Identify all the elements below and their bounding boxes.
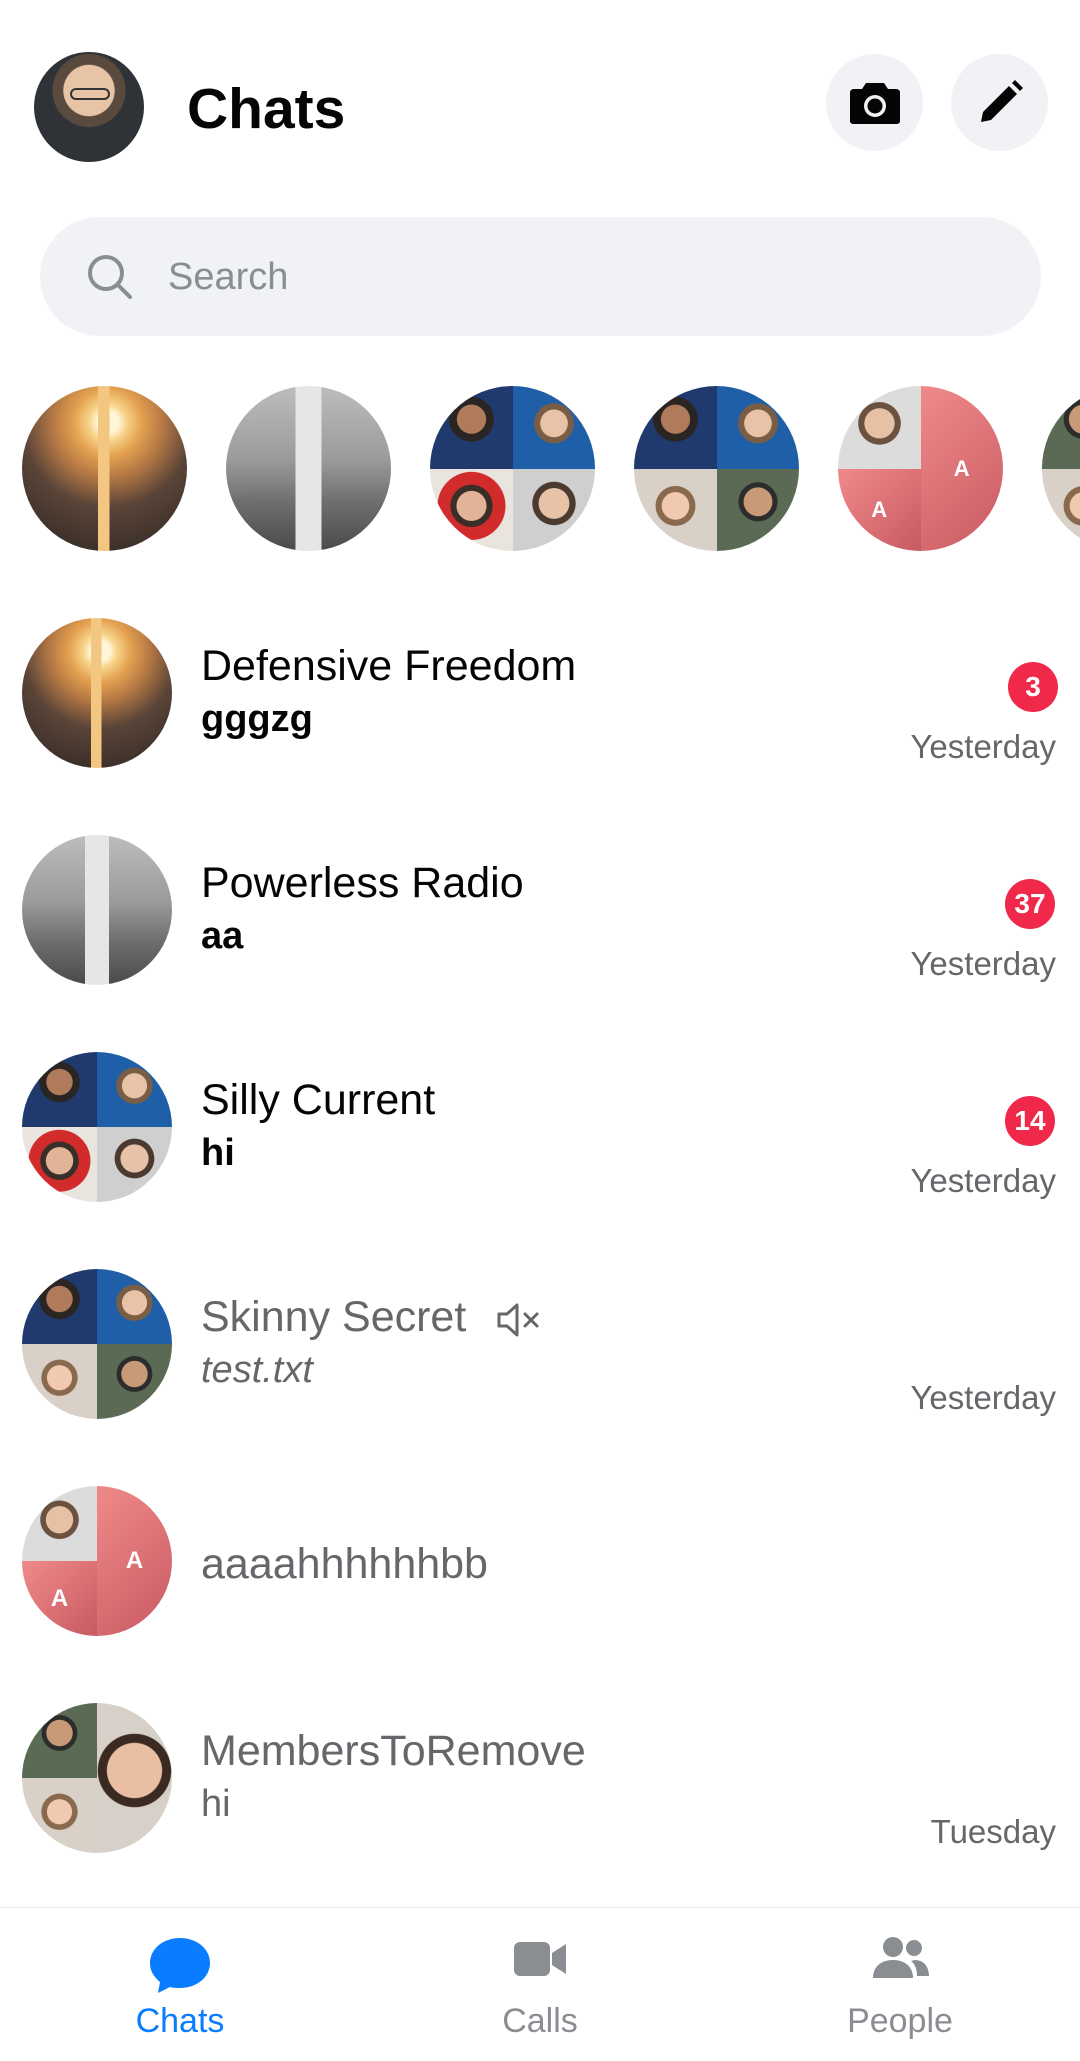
chat-preview: hi <box>201 1783 231 1825</box>
chat-name: aaaahhhhhhbb <box>201 1540 488 1588</box>
chat-time: Yesterday <box>910 1162 1056 1199</box>
camera-button[interactable] <box>826 54 923 151</box>
pencil-icon <box>980 79 1023 122</box>
muted-speaker-icon <box>497 1303 539 1337</box>
messenger-screen: Chats Search A A Defensive Freedom gggzg… <box>0 0 1080 2061</box>
story-aaaahhhhhhbb[interactable]: A A <box>838 386 1003 551</box>
chat-name: Powerless Radio <box>201 859 524 907</box>
search-input[interactable] <box>166 247 990 307</box>
camera-icon <box>849 82 900 124</box>
chat-preview: gggzg <box>201 698 313 740</box>
unread-badge: 3 <box>1008 662 1058 712</box>
chat-row-defensive-freedom[interactable]: Defensive Freedom gggzg 3 Yesterday <box>0 600 1080 816</box>
unread-badge: 37 <box>1005 879 1055 929</box>
chat-preview: hi <box>201 1132 235 1174</box>
compose-button[interactable] <box>951 54 1048 151</box>
avatar-letter: A <box>22 1561 97 1636</box>
chat-avatar: A A <box>22 1486 172 1636</box>
chat-time: Yesterday <box>910 945 1056 982</box>
chat-avatar <box>22 1269 172 1419</box>
search-icon <box>88 255 132 299</box>
tab-label: Calls <box>502 2002 578 2040</box>
story-members-to-remove[interactable] <box>1042 386 1080 551</box>
tab-label: People <box>847 2002 953 2040</box>
chat-avatar <box>22 1052 172 1202</box>
avatar-letter: A <box>920 386 1003 551</box>
story-skinny-secret[interactable] <box>634 386 799 551</box>
avatar-letter: A <box>838 468 921 551</box>
unread-badge: 14 <box>1005 1096 1055 1146</box>
header: Chats <box>0 0 1080 210</box>
chat-name: Defensive Freedom <box>201 642 577 690</box>
chat-time: Yesterday <box>910 728 1056 765</box>
video-camera-icon <box>514 1942 566 1976</box>
page-title: Chats <box>187 77 346 141</box>
profile-avatar[interactable] <box>34 52 144 162</box>
chat-row-silly-current[interactable]: Silly Current hi 14 Yesterday <box>0 1034 1080 1250</box>
chat-row-members-to-remove[interactable]: MembersToRemove hi Tuesday <box>0 1685 1080 1901</box>
story-powerless-radio[interactable] <box>226 386 391 551</box>
story-defensive-freedom[interactable] <box>22 386 187 551</box>
tab-chats[interactable]: Chats <box>0 1908 360 2061</box>
chat-name: Skinny Secret <box>201 1293 467 1341</box>
tab-label: Chats <box>135 2002 225 2040</box>
active-stories-row: A A <box>0 386 1080 552</box>
avatar-letter: A <box>97 1486 172 1636</box>
story-silly-current[interactable] <box>430 386 595 551</box>
chat-name-wrapper: Skinny Secret <box>201 1293 542 1342</box>
people-icon <box>873 1937 929 1978</box>
chat-bubble-icon <box>150 1938 210 1993</box>
glasses-detail <box>70 88 110 100</box>
bottom-navigation: Chats Calls People <box>0 1907 1080 2061</box>
chat-avatar <box>22 618 172 768</box>
chat-name: Silly Current <box>201 1076 436 1124</box>
search-bar[interactable] <box>40 217 1041 336</box>
chat-row-aaaahhhhhhbb[interactable]: A A aaaahhhhhhbb <box>0 1468 1080 1684</box>
chat-avatar <box>22 1703 172 1853</box>
chat-preview: aa <box>201 915 244 957</box>
chat-name: MembersToRemove <box>201 1727 586 1775</box>
tab-people[interactable]: People <box>720 1908 1080 2061</box>
chat-preview: test.txt <box>201 1349 313 1391</box>
chat-time: Tuesday <box>930 1813 1056 1850</box>
chat-row-skinny-secret[interactable]: Skinny Secret test.txt Yesterday <box>0 1251 1080 1467</box>
chat-avatar <box>22 835 172 985</box>
chat-row-powerless-radio[interactable]: Powerless Radio aa 37 Yesterday <box>0 817 1080 1033</box>
chat-time: Yesterday <box>910 1379 1056 1416</box>
tab-calls[interactable]: Calls <box>360 1908 720 2061</box>
